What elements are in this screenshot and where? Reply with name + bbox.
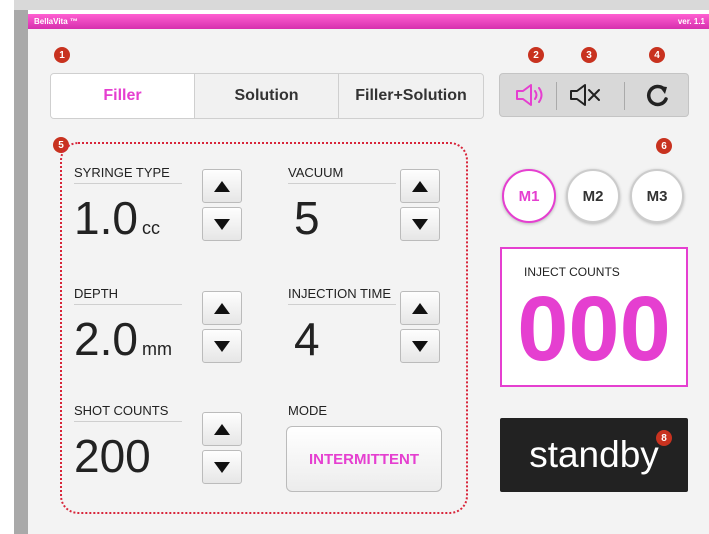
tab-filler[interactable]: Filler (51, 74, 195, 118)
arrow-down-icon (214, 218, 230, 230)
vacuum-down-button[interactable] (400, 207, 440, 241)
injection-time-up-button[interactable] (400, 291, 440, 325)
depth-up-button[interactable] (202, 291, 242, 325)
shot-counts-label: SHOT COUNTS (74, 403, 182, 422)
arrow-down-icon (412, 218, 428, 230)
arrow-up-icon (412, 302, 428, 314)
callout-badge-2: 2 (528, 47, 544, 63)
speaker-on-icon[interactable] (514, 80, 548, 110)
callout-badge-4: 4 (649, 47, 665, 63)
depth-label: DEPTH (74, 286, 182, 305)
callout-badge-6: 6 (656, 138, 672, 154)
shot-counts-up-button[interactable] (202, 412, 242, 446)
callout-badge-8: 8 (656, 430, 672, 446)
memory-m1-button[interactable]: M1 (502, 169, 556, 223)
callout-badge-1: 1 (54, 47, 70, 63)
arrow-up-icon (214, 180, 230, 192)
injection-time-label: INJECTION TIME (288, 286, 396, 305)
window-top-edge (14, 0, 709, 10)
syringe-type-down-button[interactable] (202, 207, 242, 241)
shot-counts-value: 200 (74, 430, 151, 482)
arrow-down-icon (214, 461, 230, 473)
inject-counts-value: 000 (517, 278, 671, 380)
depth-value: 2.0 mm (74, 313, 172, 365)
injection-time-stepper (400, 291, 440, 363)
arrow-up-icon (412, 180, 428, 192)
speaker-mute-icon[interactable] (568, 80, 602, 110)
syringe-type-stepper (202, 169, 242, 241)
arrow-down-icon (214, 340, 230, 352)
syringe-type-unit: cc (141, 218, 160, 238)
syringe-type-value: 1.0 cc (74, 192, 160, 244)
title-bar: BellaVita ™ ver. 1.1 (28, 14, 709, 29)
syringe-type-label: SYRINGE TYPE (74, 165, 182, 184)
injection-time-down-button[interactable] (400, 329, 440, 363)
vacuum-value: 5 (294, 192, 320, 244)
mode-tabs: Filler Solution Filler+Solution (50, 73, 484, 119)
arrow-down-icon (412, 340, 428, 352)
arrow-up-icon (214, 423, 230, 435)
main-panel: 1 2 3 4 5 6 7 Filler Solution Filler+Sol… (28, 29, 709, 534)
depth-down-button[interactable] (202, 329, 242, 363)
divider (624, 82, 625, 110)
syringe-type-up-button[interactable] (202, 169, 242, 203)
mode-button[interactable]: INTERMITTENT (286, 426, 442, 492)
memory-m2-button[interactable]: M2 (566, 169, 620, 223)
refresh-icon[interactable] (640, 80, 674, 110)
vacuum-label: VACUUM (288, 165, 396, 184)
tab-label: Filler+Solution (355, 87, 467, 104)
depth-stepper (202, 291, 242, 363)
arrow-up-icon (214, 302, 230, 314)
standby-button[interactable]: standby (500, 418, 688, 492)
callout-badge-3: 3 (581, 47, 597, 63)
shot-counts-down-button[interactable] (202, 450, 242, 484)
injection-time-value: 4 (294, 313, 320, 365)
inject-counts-panel: INJECT COUNTS 000 (500, 247, 688, 387)
tab-label: Filler (103, 87, 142, 104)
tab-filler-solution[interactable]: Filler+Solution (339, 74, 483, 118)
shot-counts-stepper (202, 412, 242, 484)
tab-solution[interactable]: Solution (195, 74, 339, 118)
vacuum-up-button[interactable] (400, 169, 440, 203)
sound-control-panel (499, 73, 689, 117)
memory-m3-button[interactable]: M3 (630, 169, 684, 223)
tab-label: Solution (234, 87, 299, 104)
depth-unit: mm (141, 339, 172, 359)
divider (556, 82, 557, 110)
mode-label: MODE (288, 403, 327, 418)
window-left-edge (14, 10, 28, 534)
vacuum-stepper (400, 169, 440, 241)
standby-label: standby (529, 434, 659, 475)
app-version: ver. 1.1 (677, 17, 705, 26)
app-title: BellaVita ™ (34, 17, 78, 26)
